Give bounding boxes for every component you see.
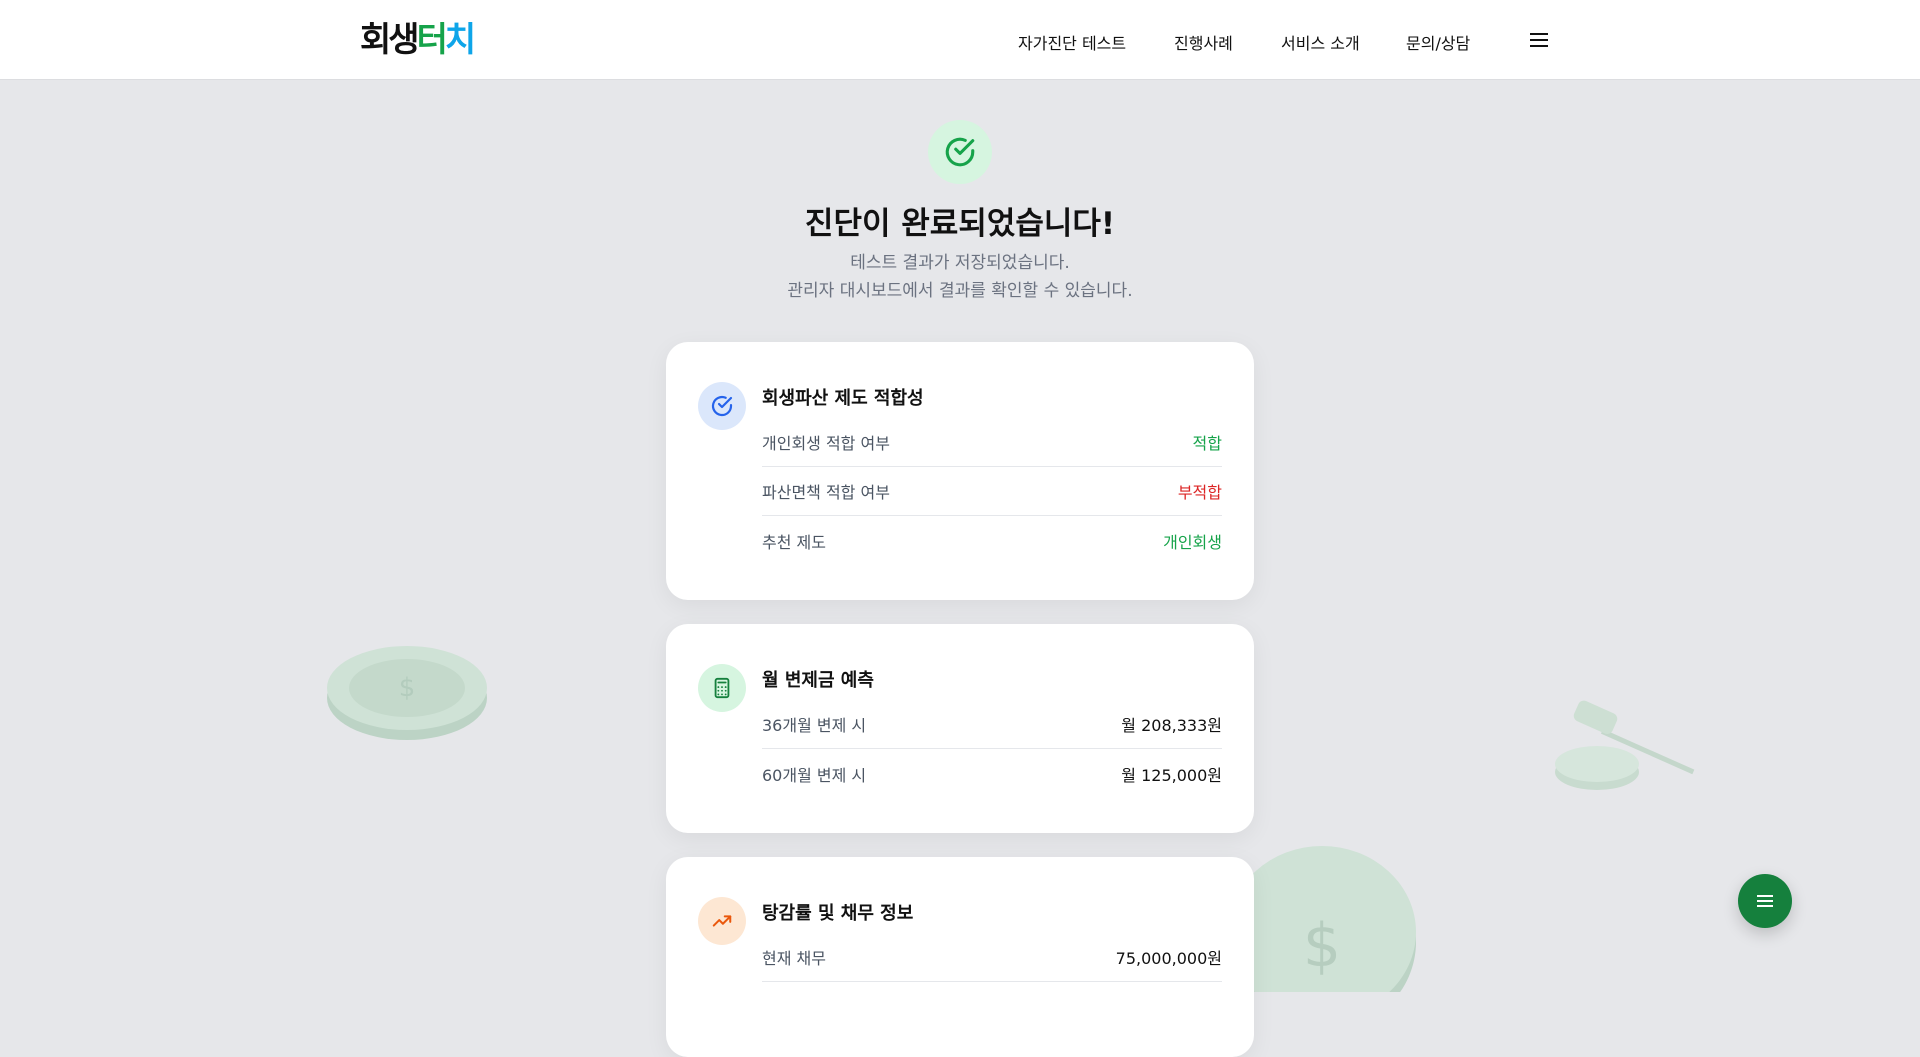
completion-subtitle-line1: 테스트 결과가 저장되었습니다. [850, 253, 1070, 273]
site-header: 회생 터 치 자가진단 테스트 진행사례 서비스 소개 문의/상담 [0, 0, 1920, 80]
completion-title: 진단이 완료되었습니다! [804, 206, 1116, 242]
check-circle-icon [698, 382, 746, 430]
row-label: 36개월 변제 시 [762, 716, 867, 735]
logo-text-part1: 회생 [360, 20, 420, 60]
row-label: 개인회생 적합 여부 [762, 434, 890, 453]
row-value: 개인회생 [1163, 532, 1222, 552]
gavel-decoration [1545, 694, 1705, 808]
result-row: 개인회생 적합 여부 적합 [762, 418, 1222, 467]
row-label: 파산면책 적합 여부 [762, 483, 890, 502]
nav-link-self-test[interactable]: 자가진단 테스트 [1018, 30, 1126, 54]
monthly-payment-card: 월 변제금 예측 36개월 변제 시 월 208,333원 60개월 변제 시 … [666, 624, 1254, 833]
completion-subtitle-line2: 관리자 대시보드에서 결과를 확인할 수 있습니다. [787, 281, 1133, 301]
row-value: 월 125,000원 [1121, 765, 1222, 785]
success-check-icon [928, 120, 992, 184]
result-row: 60개월 변제 시 월 125,000원 [762, 749, 1222, 798]
site-logo[interactable]: 회생 터 치 [360, 20, 476, 60]
row-label: 추천 제도 [762, 532, 826, 552]
row-value: 적합 [1192, 434, 1222, 453]
logo-text-part2: 터 [416, 20, 448, 60]
nav-link-contact[interactable]: 문의/상담 [1406, 30, 1470, 54]
result-row: 현재 채무 75,000,000원 [762, 933, 1222, 982]
svg-text:$: $ [399, 673, 416, 703]
hamburger-icon[interactable] [1528, 29, 1550, 51]
nav-link-service-intro[interactable]: 서비스 소개 [1281, 30, 1360, 54]
menu-icon [1757, 895, 1773, 907]
logo-text-part3: 치 [444, 20, 476, 60]
eligibility-card: 회생파산 제도 적합성 개인회생 적합 여부 적합 파산면책 적합 여부 부적합… [666, 342, 1254, 600]
nav-link-cases[interactable]: 진행사례 [1174, 30, 1233, 54]
calculator-icon [698, 664, 746, 712]
result-row: 추천 제도 개인회생 [762, 516, 1222, 565]
coin-decoration-left: $ [322, 636, 492, 750]
card-title: 월 변제금 예측 [762, 670, 874, 691]
row-value: 월 208,333원 [1121, 716, 1222, 735]
row-value: 75,000,000원 [1115, 949, 1222, 968]
result-row: 파산면책 적합 여부 부적합 [762, 467, 1222, 516]
row-value: 부적합 [1177, 483, 1222, 502]
trending-up-icon [698, 897, 746, 945]
debt-relief-card: 탕감률 및 채무 정보 현재 채무 75,000,000원 [666, 857, 1254, 1057]
result-row: 36개월 변제 시 월 208,333원 [762, 700, 1222, 749]
row-label: 60개월 변제 시 [762, 765, 867, 785]
svg-text:$: $ [1303, 911, 1341, 981]
floating-menu-button[interactable] [1738, 874, 1792, 928]
row-label: 현재 채무 [762, 949, 826, 968]
card-title: 회생파산 제도 적합성 [762, 388, 924, 409]
card-title: 탕감률 및 채무 정보 [762, 903, 914, 924]
